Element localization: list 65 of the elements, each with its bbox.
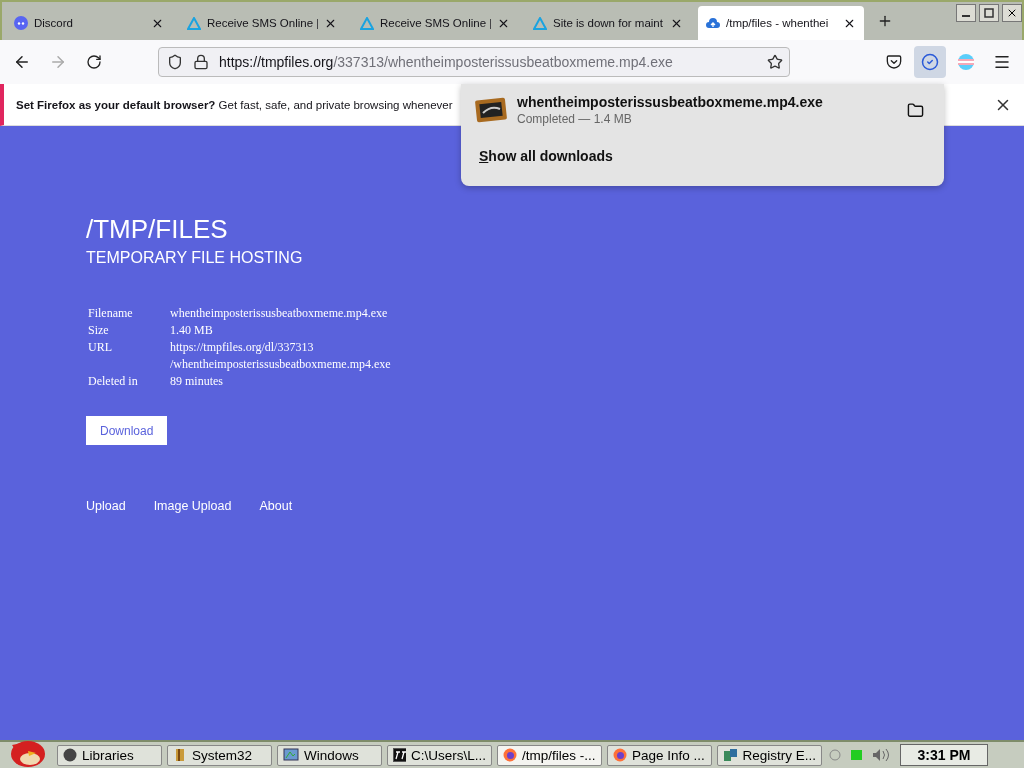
disc-icon: [63, 748, 77, 762]
detail-label: Filename: [88, 305, 134, 322]
browser-tab[interactable]: Discord: [6, 6, 172, 40]
download-check-icon: [921, 53, 939, 71]
chat-app-icon: [14, 16, 28, 30]
window-icon: [283, 748, 299, 762]
taskbar-item[interactable]: System32: [167, 744, 272, 766]
tray-icons-drawing: [827, 747, 891, 763]
browser-tab[interactable]: Site is down for maint: [525, 6, 691, 40]
lock-icon: [193, 54, 209, 70]
show-all-downloads-link[interactable]: Show all downloads: [479, 148, 613, 164]
taskbar-item[interactable]: C:\Users\L...: [387, 744, 492, 766]
site-subtitle: TEMPORARY FILE HOSTING: [86, 249, 304, 267]
footer-link[interactable]: Upload: [86, 499, 126, 513]
detail-value: /whentheimposterissusbeatboxmeme.mp4.exe: [170, 357, 391, 371]
triangle-icon: [187, 16, 201, 30]
browser-tab[interactable]: /tmp/files - whenthei: [698, 6, 864, 40]
detail-value: 89 minutes: [170, 374, 223, 388]
footer-link[interactable]: Image Upload: [153, 499, 232, 513]
detail-label: Deleted in: [88, 373, 139, 390]
upload-cloud-icon: [706, 17, 720, 29]
close-icon: [1006, 7, 1018, 19]
browser-tab[interactable]: Receive SMS Online |: [179, 6, 345, 40]
detail-value: 1.40 MB: [170, 323, 213, 337]
taskbar-item[interactable]: /tmp/files -...: [497, 744, 602, 766]
taskbar-item[interactable]: Registry E...: [717, 744, 822, 766]
maximize-button[interactable]: [979, 4, 999, 22]
site-title: /TMP/FILES: [86, 214, 229, 245]
folder-icon: [173, 748, 187, 762]
notification-text: Set Firefox as your default browser? Get fast, safe, and private browsing whenever: [16, 98, 453, 111]
download-filename: whentheimposterissusbeatboxmeme.mp4.exe: [517, 94, 824, 110]
detail-value: https://tmpfiles.org/dl/337313: [170, 340, 314, 354]
avatar-icon: [957, 53, 975, 71]
bookmark-star-icon[interactable]: [767, 54, 783, 70]
browser-tab[interactable]: Receive SMS Online |: [352, 6, 518, 40]
minimize-button[interactable]: [956, 4, 976, 22]
close-button[interactable]: [1002, 4, 1022, 22]
detail-label: URL: [88, 339, 113, 356]
footer-link[interactable]: About: [259, 499, 293, 513]
forward-arrow-icon: [49, 53, 67, 71]
downloads-button[interactable]: [914, 46, 946, 78]
triangle-icon: [360, 16, 374, 30]
url-field[interactable]: https://tmpfiles.org/337313/whentheimposterissusbeatboxmeme.mp4.exe: [158, 47, 790, 77]
detail-value: whentheimposterissusbeatboxmeme.mp4.exe: [170, 306, 388, 320]
taskbar-item[interactable]: Windows: [277, 744, 382, 766]
plus-icon: [877, 13, 893, 29]
minimize-icon: [962, 15, 970, 17]
browser-icon: [613, 748, 627, 762]
clock: 3:31 PM: [900, 744, 988, 766]
triangle-icon: [533, 16, 547, 30]
pocket-icon: [886, 54, 902, 70]
reload-icon: [86, 54, 102, 70]
registry-icon: [723, 748, 738, 762]
taskbar-item[interactable]: Libraries: [57, 744, 162, 766]
shield-icon: [167, 54, 183, 70]
download-status: Completed — 1.4 MB: [517, 112, 633, 126]
taskbar-item[interactable]: Page Info ...: [607, 744, 712, 766]
download-button[interactable]: Download: [86, 416, 168, 445]
menu-icon: [993, 53, 1011, 71]
folder-icon[interactable]: [907, 101, 924, 119]
video-file-icon: [475, 96, 507, 124]
maximize-icon: [984, 8, 994, 18]
browser-icon: [503, 748, 517, 762]
detail-label: Size: [88, 322, 110, 339]
console-icon: [393, 748, 406, 762]
